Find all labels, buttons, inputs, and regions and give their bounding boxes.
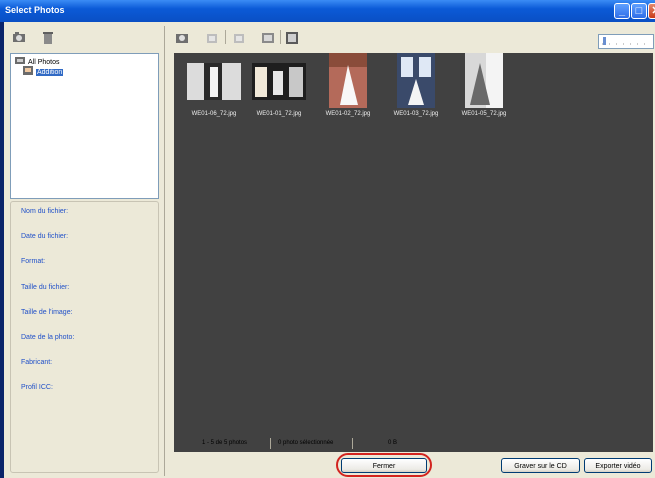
- info-label-format: Format:: [21, 258, 46, 265]
- panel-divider[interactable]: [164, 26, 165, 476]
- info-label-photo-date: Date de la photo:: [21, 334, 75, 341]
- window-title: Select Photos: [5, 5, 65, 15]
- album-icon: [23, 66, 33, 75]
- trash-icon[interactable]: [41, 31, 55, 45]
- rotate-right-icon[interactable]: [232, 31, 246, 45]
- toolbar-separator: [225, 30, 226, 44]
- photo-image: [397, 53, 435, 108]
- thumbnail-size-slider[interactable]: [598, 34, 654, 49]
- window-client: All Photos Addition Nom du fichier: Date…: [4, 22, 655, 478]
- status-separator: [270, 438, 271, 449]
- photo-viewer[interactable]: WE01-06_72.jpg WE01-01_72.jpg WE01-02_72…: [174, 53, 653, 452]
- tree-item-addition[interactable]: Addition: [23, 66, 64, 76]
- album-tree[interactable]: All Photos Addition: [10, 53, 159, 199]
- add-photos-icon[interactable]: [12, 31, 26, 45]
- photo-info-panel: Nom du fichier: Date du fichier: Format:…: [10, 201, 159, 473]
- maximize-button[interactable]: □: [631, 3, 647, 19]
- photo-image: [252, 63, 306, 100]
- left-toolbar: [4, 28, 164, 48]
- maximize-icon: □: [635, 5, 643, 17]
- info-label-image-size: Taille de l'image:: [21, 309, 73, 316]
- info-label-file-date: Date du fichier:: [21, 233, 69, 240]
- rotate-left-icon[interactable]: [205, 31, 219, 45]
- minimize-button[interactable]: _: [614, 3, 630, 19]
- photos-folder-icon: [15, 57, 25, 64]
- photo-image: [465, 53, 503, 108]
- photo-image: [187, 63, 241, 100]
- close-icon: ✕: [649, 4, 655, 18]
- info-label-file-size: Taille du fichier:: [21, 284, 70, 291]
- status-separator: [352, 438, 353, 449]
- photo-count: 1 - 5 de 5 photos: [202, 440, 248, 446]
- tree-item-all-photos[interactable]: All Photos: [15, 56, 60, 66]
- window: Select Photos _ □ ✕ All Photos Addition …: [0, 0, 655, 478]
- info-label-maker: Fabricant:: [21, 359, 53, 366]
- photo-filename: WE01-06_72.jpg: [191, 111, 237, 117]
- selection-count: 0 photo sélectionnée: [278, 440, 334, 446]
- view-photo-icon[interactable]: [261, 31, 275, 45]
- photo-image: [329, 53, 367, 108]
- slider-track: [602, 37, 650, 45]
- highlight-annotation: [336, 453, 432, 477]
- add-photo-icon[interactable]: [175, 31, 189, 45]
- photo-filename: WE01-02_72.jpg: [325, 111, 371, 117]
- tree-item-label: Addition: [36, 69, 64, 76]
- photo-filename: WE01-03_72.jpg: [393, 111, 439, 117]
- minimize-icon: _: [618, 5, 626, 17]
- burn-cd-button[interactable]: Graver sur le CD: [501, 458, 580, 473]
- status-bar: 1 - 5 de 5 photos 0 photo sélectionnée 0…: [174, 434, 653, 452]
- tree-item-label: All Photos: [28, 59, 60, 66]
- viewer-toolbar: [168, 28, 655, 48]
- photo-filename: WE01-01_72.jpg: [256, 111, 302, 117]
- title-bar[interactable]: Select Photos _ □ ✕: [0, 0, 655, 22]
- slideshow-icon[interactable]: [285, 31, 299, 45]
- info-label-filename: Nom du fichier:: [21, 208, 69, 215]
- toolbar-separator: [280, 30, 281, 44]
- info-label-icc: Profil ICC:: [21, 384, 53, 391]
- slider-thumb[interactable]: [603, 37, 606, 45]
- selection-size: 0 B: [388, 440, 398, 446]
- close-window-button[interactable]: ✕: [648, 3, 655, 19]
- photo-filename: WE01-05_72.jpg: [461, 111, 507, 117]
- export-video-button[interactable]: Exporter vidéo: [584, 458, 652, 473]
